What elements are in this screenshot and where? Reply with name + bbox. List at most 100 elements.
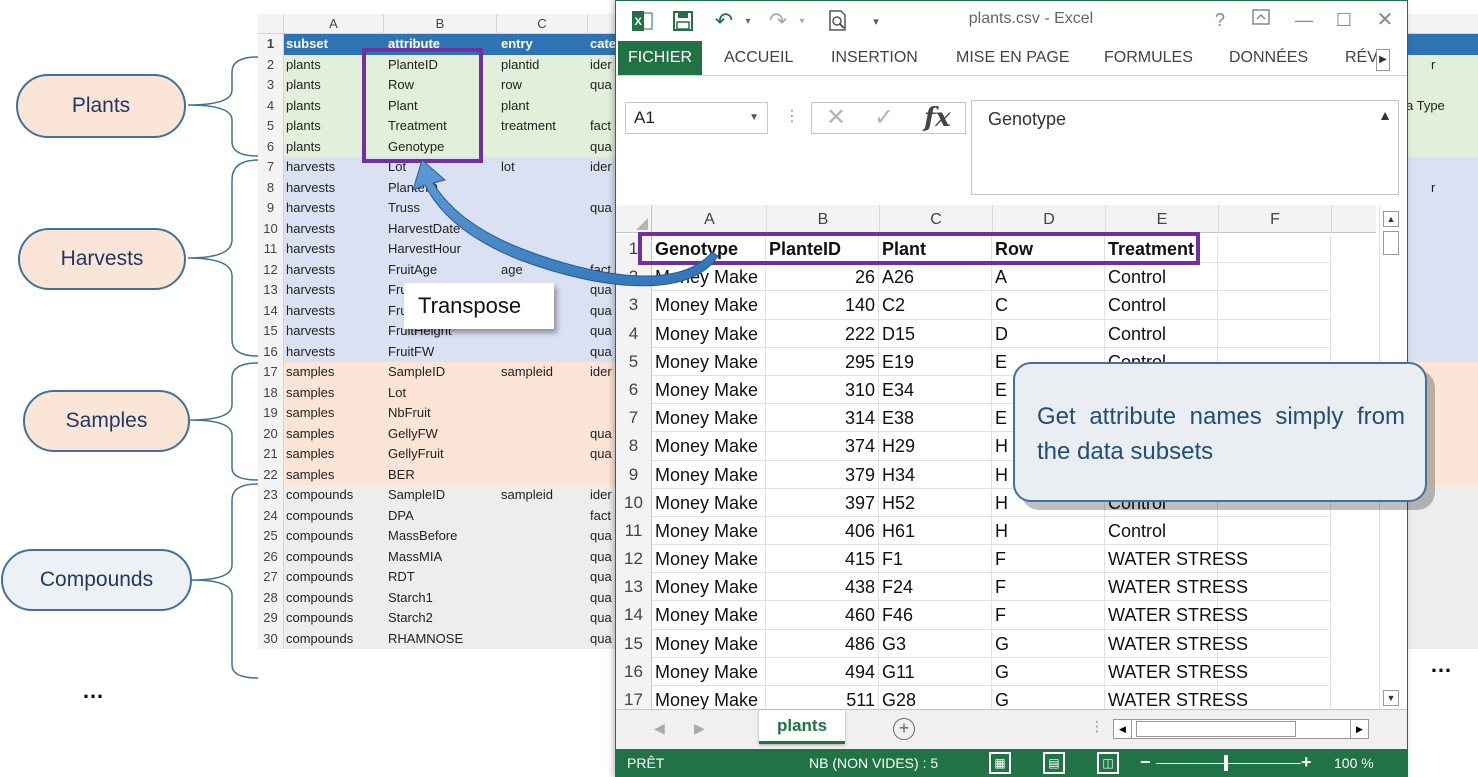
column-header-c[interactable]: C bbox=[880, 205, 993, 233]
cell-planteid[interactable]: 460 bbox=[766, 601, 879, 630]
row-number[interactable]: 11 bbox=[616, 516, 652, 546]
cell-genotype[interactable]: Money Make bbox=[652, 263, 766, 292]
chevron-up-icon[interactable]: ▲ bbox=[1378, 107, 1392, 123]
cell-row[interactable]: F bbox=[992, 601, 1105, 630]
cell-empty[interactable] bbox=[1218, 516, 1331, 546]
row-number[interactable]: 14 bbox=[616, 601, 652, 630]
tab-donnees[interactable]: DONNÉES bbox=[1229, 41, 1308, 75]
cell-treatment[interactable]: Control bbox=[1105, 516, 1218, 546]
column-header-b[interactable]: B bbox=[767, 205, 880, 233]
column-header-e[interactable]: E bbox=[1106, 205, 1219, 233]
cell-row[interactable]: G bbox=[992, 657, 1105, 686]
tab-prev-icon[interactable]: ◀ bbox=[654, 720, 665, 737]
cell-planteid[interactable]: 511 bbox=[766, 686, 879, 709]
redo-dropdown-icon[interactable]: ▾ bbox=[790, 9, 814, 33]
cell-row[interactable]: G bbox=[992, 686, 1105, 709]
restore-ribbon-icon[interactable] bbox=[1250, 9, 1272, 31]
zoom-in-icon[interactable]: + bbox=[1301, 752, 1312, 773]
undo-dropdown-icon[interactable]: ▾ bbox=[736, 9, 760, 33]
tab-revision[interactable]: RÉVIS bbox=[1345, 41, 1376, 75]
close-icon[interactable]: ✕ bbox=[1374, 9, 1396, 31]
row-number[interactable]: 7 bbox=[616, 404, 652, 433]
cell-treatment[interactable]: WATER STRESS bbox=[1105, 573, 1248, 602]
customize-icon[interactable]: ▾ bbox=[864, 9, 888, 33]
scroll-up-icon[interactable]: ▲ bbox=[1383, 211, 1399, 227]
page-layout-icon[interactable]: ▤ bbox=[1043, 752, 1065, 774]
tab-mise-en-page[interactable]: MISE EN PAGE bbox=[956, 41, 1070, 75]
cell-planteid[interactable]: 406 bbox=[766, 516, 879, 546]
cell-genotype[interactable]: Money Make bbox=[652, 573, 766, 602]
undo-icon[interactable]: ↶ bbox=[712, 8, 736, 33]
redo-icon[interactable]: ↷ bbox=[766, 8, 790, 33]
cell-plant[interactable]: G11 bbox=[879, 657, 992, 686]
tab-next-icon[interactable]: ▶ bbox=[694, 720, 705, 737]
cell-empty[interactable] bbox=[1218, 291, 1331, 320]
cell-planteid[interactable]: 379 bbox=[766, 460, 879, 489]
row-number[interactable]: 13 bbox=[616, 573, 652, 602]
cell-empty[interactable] bbox=[1218, 545, 1331, 574]
cell-planteid[interactable]: 314 bbox=[766, 404, 879, 433]
tab-fichier[interactable]: FICHIER bbox=[618, 41, 702, 75]
page-break-icon[interactable]: ◫ bbox=[1097, 752, 1119, 774]
scroll-thumb[interactable] bbox=[1383, 231, 1399, 255]
cell-genotype[interactable]: Money Make bbox=[652, 347, 766, 376]
cell-treatment[interactable]: Control bbox=[1105, 263, 1218, 292]
cell-treatment[interactable]: WATER STRESS bbox=[1105, 601, 1248, 630]
cell-plant[interactable]: A26 bbox=[879, 263, 992, 292]
cell-plant[interactable]: E34 bbox=[879, 375, 992, 405]
cell-genotype[interactable]: Money Make bbox=[652, 657, 766, 686]
row-number[interactable]: 5 bbox=[616, 347, 652, 376]
cell-empty[interactable] bbox=[1218, 601, 1331, 630]
cell-treatment[interactable]: WATER STRESS bbox=[1105, 686, 1248, 709]
cell-genotype[interactable]: Money Make bbox=[652, 291, 766, 320]
row-number[interactable]: 3 bbox=[616, 291, 652, 320]
cell-genotype[interactable]: Money Make bbox=[652, 601, 766, 630]
cell-row[interactable]: G bbox=[992, 629, 1105, 658]
scroll-thumb[interactable] bbox=[1136, 721, 1296, 737]
cell-plant[interactable]: H29 bbox=[879, 432, 992, 461]
column-header-a[interactable]: A bbox=[653, 205, 767, 233]
cell-treatment[interactable]: Control bbox=[1105, 291, 1218, 320]
scroll-down-icon[interactable]: ▼ bbox=[1383, 690, 1399, 706]
cell-planteid[interactable]: 374 bbox=[766, 432, 879, 461]
cell-genotype[interactable]: Money Make bbox=[652, 686, 766, 709]
cell-genotype[interactable]: Money Make bbox=[652, 404, 766, 433]
formula-input[interactable]: Genotype ▲ bbox=[971, 100, 1399, 195]
cell-plant[interactable]: F24 bbox=[879, 573, 992, 602]
cell-row[interactable]: C bbox=[992, 291, 1105, 320]
row-number[interactable]: 9 bbox=[616, 460, 652, 489]
confirm-icon[interactable]: ✓ bbox=[874, 103, 894, 133]
cell-planteid[interactable]: 415 bbox=[766, 545, 879, 574]
cell-plant[interactable]: H34 bbox=[879, 460, 992, 489]
cancel-icon[interactable]: ✕ bbox=[826, 103, 846, 133]
cell-planteid[interactable]: 486 bbox=[766, 629, 879, 658]
cell-row[interactable]: A bbox=[992, 263, 1105, 292]
zoom-out-icon[interactable]: − bbox=[1140, 752, 1151, 773]
cell-planteid[interactable]: 494 bbox=[766, 657, 879, 686]
scroll-right-icon[interactable]: ▶ bbox=[1350, 720, 1368, 738]
row-number[interactable]: 16 bbox=[616, 657, 652, 686]
cell-empty[interactable] bbox=[1218, 573, 1331, 602]
cell-genotype[interactable]: Money Make bbox=[652, 545, 766, 574]
cell-genotype[interactable]: Money Make bbox=[652, 488, 766, 517]
cell-treatment[interactable]: WATER STRESS bbox=[1105, 629, 1248, 658]
column-header-f[interactable]: F bbox=[1219, 205, 1332, 233]
cell-genotype[interactable]: Money Make bbox=[652, 375, 766, 405]
cell-plant[interactable]: G28 bbox=[879, 686, 992, 709]
cell-plant[interactable]: E38 bbox=[879, 404, 992, 433]
sheet-tab-plants[interactable]: plants bbox=[759, 710, 845, 744]
row-number[interactable]: 8 bbox=[616, 432, 652, 461]
cell-row[interactable]: F bbox=[992, 573, 1105, 602]
cell-treatment[interactable]: WATER STRESS bbox=[1105, 545, 1248, 574]
row-number[interactable]: 6 bbox=[616, 375, 652, 405]
cell-plant[interactable]: D15 bbox=[879, 319, 992, 348]
cell-plant[interactable]: E19 bbox=[879, 347, 992, 376]
row-number[interactable]: 12 bbox=[616, 545, 652, 574]
cell-empty[interactable] bbox=[1218, 235, 1331, 264]
cell-row[interactable]: D bbox=[992, 319, 1105, 348]
cell-planteid[interactable]: 26 bbox=[766, 263, 879, 292]
cell-genotype[interactable]: Money Make bbox=[652, 629, 766, 658]
cell-plant[interactable]: H61 bbox=[879, 516, 992, 546]
row-number[interactable]: 2 bbox=[616, 263, 652, 292]
minimize-icon[interactable]: — bbox=[1293, 9, 1315, 31]
